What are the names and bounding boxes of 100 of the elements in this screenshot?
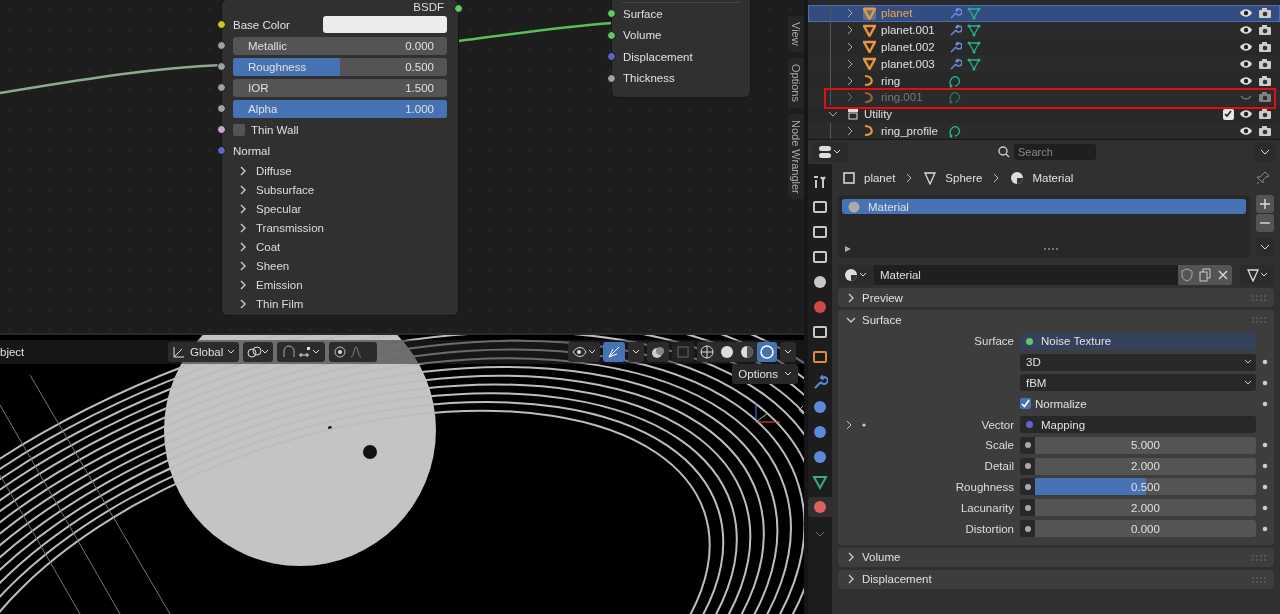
- wrench-icon[interactable]: [948, 23, 962, 38]
- curve-data-icon[interactable]: [948, 73, 962, 88]
- checkbox[interactable]: [1223, 108, 1234, 120]
- wireframe-shading-button[interactable]: [697, 342, 717, 362]
- wrench-icon[interactable]: [948, 56, 962, 71]
- keyframe-dot-icon[interactable]: [1262, 380, 1268, 386]
- pivot-dropdown[interactable]: [243, 342, 274, 362]
- number-field[interactable]: 2.000: [1035, 499, 1256, 517]
- collection-row[interactable]: Utility: [808, 105, 1280, 123]
- input-socket[interactable]: [217, 41, 226, 50]
- sidebar-tab[interactable]: Options: [788, 57, 804, 108]
- dropdown[interactable]: fBM: [1020, 374, 1256, 392]
- panel-toggle[interactable]: Sheen: [222, 256, 458, 275]
- search-field[interactable]: Search: [1014, 144, 1096, 160]
- input-socket[interactable]: [1020, 520, 1035, 538]
- eye-icon[interactable]: [1239, 41, 1253, 53]
- expand-icon[interactable]: [844, 245, 852, 253]
- eye-icon[interactable]: [1239, 124, 1253, 137]
- sidebar-tab[interactable]: View: [788, 16, 804, 52]
- panel-toggle[interactable]: Specular: [222, 199, 458, 218]
- number-field[interactable]: Metallic 0.000: [233, 36, 447, 55]
- orientation-dropdown[interactable]: Global: [168, 342, 240, 362]
- outliner-row[interactable]: planet.002: [808, 38, 1280, 56]
- add-slot-button[interactable]: [1256, 195, 1274, 213]
- eye-icon[interactable]: [1239, 57, 1253, 70]
- material-tab[interactable]: [808, 497, 832, 517]
- color-swatch[interactable]: [323, 16, 447, 33]
- value-slider[interactable]: Roughness 0.500: [233, 57, 447, 76]
- number-field[interactable]: IOR 1.500: [233, 78, 447, 97]
- input-socket[interactable]: [607, 9, 616, 19]
- panel-header[interactable]: Surface: [838, 310, 1274, 329]
- gizmo-toggle[interactable]: [603, 342, 625, 362]
- input-socket[interactable]: [217, 146, 226, 155]
- expand-icon[interactable]: [846, 125, 854, 136]
- keyframe-dot-icon[interactable]: [1262, 525, 1268, 532]
- wrench-icon[interactable]: [948, 6, 962, 21]
- input-socket[interactable]: [1020, 499, 1035, 517]
- camera-icon[interactable]: [1258, 41, 1272, 53]
- input-socket[interactable]: [1020, 436, 1035, 454]
- visibility-dropdown[interactable]: [568, 342, 600, 362]
- input-socket[interactable]: [607, 52, 616, 62]
- eye-icon[interactable]: [1239, 108, 1253, 121]
- eye-icon[interactable]: [1239, 7, 1253, 20]
- drag-handle-icon[interactable]: [1252, 554, 1266, 561]
- wrench-icon[interactable]: [948, 40, 962, 54]
- panel-toggle[interactable]: Thin Film: [222, 294, 458, 313]
- output-socket[interactable]: [454, 4, 463, 13]
- keyframe-dot-icon[interactable]: [1262, 504, 1268, 511]
- drag-handle-icon[interactable]: [1252, 317, 1266, 323]
- keyframe-dot-icon[interactable]: [1262, 442, 1268, 449]
- input-socket[interactable]: [1020, 457, 1035, 475]
- number-field[interactable]: 5.000: [1035, 436, 1256, 454]
- panel-toggle[interactable]: Emission: [222, 275, 458, 294]
- socket-link-field[interactable]: Noise Texture: [1020, 332, 1256, 350]
- input-socket[interactable]: [217, 104, 226, 113]
- outliner-row[interactable]: ring: [808, 72, 1280, 89]
- duplicate-button[interactable]: [1196, 265, 1214, 285]
- sidebar-tab[interactable]: Node Wrangler: [788, 113, 804, 200]
- panel-header[interactable]: Volume: [838, 547, 1274, 567]
- curve-data-icon[interactable]: [948, 123, 962, 138]
- expand-icon[interactable]: [846, 419, 866, 430]
- panel-header[interactable]: Displacement: [838, 569, 1274, 589]
- drag-handle-icon[interactable]: [1252, 295, 1266, 301]
- more-tabs-icon[interactable]: [815, 530, 825, 538]
- xray-toggle[interactable]: [672, 342, 694, 362]
- rendered-shading-button[interactable]: [757, 342, 777, 362]
- camera-icon[interactable]: [1258, 91, 1272, 104]
- panel-toggle[interactable]: Diffuse: [222, 161, 458, 180]
- link-dropdown[interactable]: [1240, 265, 1274, 285]
- slot-menu-button[interactable]: [1256, 238, 1274, 256]
- resize-grip-icon[interactable]: [1044, 248, 1058, 252]
- camera-icon[interactable]: [1258, 24, 1272, 37]
- material-slot[interactable]: Material: [842, 199, 1246, 214]
- value-slider[interactable]: Alpha 1.000: [233, 99, 447, 118]
- number-field[interactable]: 2.000: [1035, 457, 1256, 475]
- mesh-data-icon[interactable]: [967, 6, 981, 21]
- panel-header[interactable]: Preview: [838, 288, 1274, 307]
- mesh-data-icon[interactable]: [967, 56, 981, 71]
- camera-icon[interactable]: [1258, 108, 1272, 121]
- expand-icon[interactable]: [846, 42, 854, 52]
- keyframe-dot-icon[interactable]: [1262, 463, 1268, 470]
- mesh-data-icon[interactable]: [967, 40, 981, 54]
- panel-toggle[interactable]: Coat: [222, 237, 458, 256]
- camera-icon[interactable]: [1258, 57, 1272, 70]
- eye-icon[interactable]: [1239, 24, 1253, 37]
- remove-slot-button[interactable]: [1256, 214, 1274, 232]
- pin-icon[interactable]: [1256, 171, 1270, 185]
- camera-icon[interactable]: [1258, 74, 1272, 87]
- input-socket[interactable]: [217, 125, 226, 134]
- outliner-row[interactable]: ring_profile: [808, 122, 1280, 140]
- curve-data-icon[interactable]: [948, 90, 962, 105]
- expand-icon[interactable]: [846, 58, 854, 69]
- fake-user-button[interactable]: [1178, 265, 1196, 285]
- camera-icon[interactable]: [1258, 7, 1272, 20]
- camera-icon[interactable]: [1258, 124, 1272, 137]
- expand-icon[interactable]: [846, 25, 854, 36]
- material-name-field[interactable]: Material: [874, 265, 1178, 285]
- expand-icon[interactable]: [846, 75, 854, 86]
- dropdown[interactable]: 3D: [1020, 353, 1256, 371]
- input-socket[interactable]: [217, 83, 226, 92]
